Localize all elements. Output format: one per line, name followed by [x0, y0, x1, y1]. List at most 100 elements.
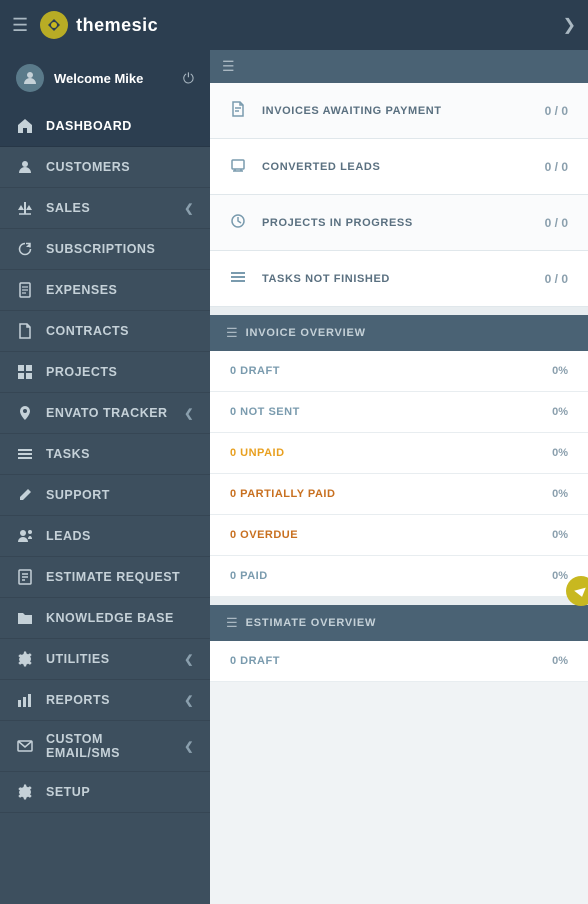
invoice-draft-percent: 0% [552, 365, 568, 377]
sidebar-item-label-expenses: EXPENSES [46, 283, 194, 297]
stat-label-leads: CONVERTED LEADS [262, 161, 545, 173]
sidebar-item-custom-email[interactable]: CUSTOM EMAIL/SMS ❮ [0, 721, 210, 772]
gear2-icon [16, 783, 34, 801]
sidebar-item-reports[interactable]: REPORTS ❮ [0, 680, 210, 721]
chevron-icon-utilities: ❮ [184, 653, 194, 666]
sidebar-item-expenses[interactable]: EXPENSES [0, 270, 210, 311]
estimate-stat-draft: 0 DRAFT 0% [210, 641, 588, 682]
stat-label-tasks: TASKS NOT FINISHED [262, 273, 545, 285]
sidebar-item-dashboard[interactable]: DASHBOARD [0, 106, 210, 147]
sidebar-item-utilities[interactable]: UTILITIES ❮ [0, 639, 210, 680]
cursor-indicator [566, 576, 588, 606]
section-divider-1 [210, 307, 588, 315]
stat-value-leads: 0 / 0 [545, 160, 568, 174]
sidebar-item-envato-tracker[interactable]: ENVATO TRACKER ❮ [0, 393, 210, 434]
list-icon [16, 445, 34, 463]
invoice-unpaid-percent: 0% [552, 447, 568, 459]
avatar [16, 64, 44, 92]
doc2-icon [16, 568, 34, 586]
leads-icon [230, 157, 252, 176]
invoice-overview-title: INVOICE OVERVIEW [246, 327, 366, 339]
chevron-icon-reports: ❮ [184, 694, 194, 707]
house-icon [16, 117, 34, 135]
stat-value-invoices: 0 / 0 [545, 104, 568, 118]
logo: themesic [38, 9, 158, 41]
sidebar-item-support[interactable]: SUPPORT [0, 475, 210, 516]
sidebar-item-estimate-request[interactable]: ESTIMATE REQUEST [0, 557, 210, 598]
sidebar-item-knowledge-base[interactable]: KNOWLEDGE BASE [0, 598, 210, 639]
chevron-icon-custom-email: ❮ [184, 740, 194, 753]
folder-icon [16, 609, 34, 627]
sidebar-item-label-estimate-request: ESTIMATE REQUEST [46, 570, 194, 584]
invoice-overview-header: ☰ INVOICE OVERVIEW [210, 315, 588, 351]
sidebar-item-label-sales: SALES [46, 201, 172, 215]
sidebar-item-label-tasks: TASKS [46, 447, 194, 461]
sidebar-item-label-leads: LEADS [46, 529, 194, 543]
main-content: ☰ INVOICES AWAITING PAYMENT 0 / 0 CONVER… [210, 50, 588, 904]
invoice-unpaid-label: 0 UNPAID [230, 447, 552, 459]
invoice-overview-icon: ☰ [226, 325, 238, 341]
power-icon[interactable]: ⏻ [183, 70, 194, 87]
sidebar-item-subscriptions[interactable]: SUBSCRIPTIONS [0, 229, 210, 270]
sidebar-item-label-custom-email: CUSTOM EMAIL/SMS [46, 732, 172, 760]
sidebar-item-label-knowledge-base: KNOWLEDGE BASE [46, 611, 194, 625]
sidebar-item-contracts[interactable]: CONTRACTS [0, 311, 210, 352]
sidebar-item-label-customers: CUSTOMERS [46, 160, 194, 174]
sidebar-item-label-dashboard: DASHBOARD [46, 119, 194, 133]
invoice-stat-partially-paid: 0 PARTIALLY PAID 0% [210, 474, 588, 515]
invoice-stat-paid: 0 PAID 0% [210, 556, 588, 597]
sidebar-item-label-subscriptions: SUBSCRIPTIONS [46, 242, 194, 256]
sidebar-item-label-utilities: UTILITIES [46, 652, 172, 666]
scale-icon [16, 199, 34, 217]
user-name: Welcome Mike [54, 71, 143, 86]
sidebar-item-setup[interactable]: SETUP [0, 772, 210, 813]
sidebar-item-label-projects: PROJECTS [46, 365, 194, 379]
stat-row-projects: PROJECTS IN PROGRESS 0 / 0 [210, 195, 588, 251]
section-divider-2 [210, 597, 588, 605]
invoice-icon [230, 101, 252, 120]
stat-label-projects: PROJECTS IN PROGRESS [262, 217, 545, 229]
invoice-not-sent-percent: 0% [552, 406, 568, 418]
tasks-icon [230, 269, 252, 288]
invoice-stat-unpaid: 0 UNPAID 0% [210, 433, 588, 474]
sidebar-item-label-contracts: CONTRACTS [46, 324, 194, 338]
location-icon [16, 404, 34, 422]
sidebar-item-sales[interactable]: SALES ❮ [0, 188, 210, 229]
stat-label-invoices: INVOICES AWAITING PAYMENT [262, 105, 545, 117]
sidebar-item-leads[interactable]: LEADS [0, 516, 210, 557]
gear-icon [16, 650, 34, 668]
person-icon [16, 158, 34, 176]
estimate-overview-title: ESTIMATE OVERVIEW [246, 617, 377, 629]
stat-row-invoices: INVOICES AWAITING PAYMENT 0 / 0 [210, 83, 588, 139]
person2-icon [16, 527, 34, 545]
sidebar-item-customers[interactable]: CUSTOMERS [0, 147, 210, 188]
pencil-icon [16, 486, 34, 504]
sidebar-item-label-setup: SETUP [46, 785, 194, 799]
sidebar-item-label-support: SUPPORT [46, 488, 194, 502]
sidebar-item-label-reports: REPORTS [46, 693, 172, 707]
grid-icon [16, 363, 34, 381]
doc-icon [16, 281, 34, 299]
chevron-icon-envato: ❮ [184, 407, 194, 420]
sidebar-item-projects[interactable]: PROJECTS [0, 352, 210, 393]
invoice-draft-label: 0 DRAFT [230, 365, 552, 377]
chevron-icon-sales: ❮ [184, 202, 194, 215]
invoice-stat-not-sent: 0 NOT SENT 0% [210, 392, 588, 433]
stat-row-tasks: TASKS NOT FINISHED 0 / 0 [210, 251, 588, 307]
chart-icon [16, 691, 34, 709]
invoice-partially-paid-percent: 0% [552, 488, 568, 500]
sidebar-item-label-envato-tracker: ENVATO TRACKER [46, 406, 172, 420]
hamburger-icon[interactable]: ☰ [12, 15, 28, 36]
user-section: Welcome Mike ⏻ [0, 50, 210, 106]
projects-icon [230, 213, 252, 232]
estimate-overview-header: ☰ ESTIMATE OVERVIEW [210, 605, 588, 641]
invoice-stat-overdue: 0 OVERDUE 0% [210, 515, 588, 556]
sidebar: Welcome Mike ⏻ DASHBOARD CUSTOMERS SALES… [0, 50, 210, 904]
estimate-overview-icon: ☰ [226, 615, 238, 631]
invoice-stat-draft: 0 DRAFT 0% [210, 351, 588, 392]
chevron-down-icon[interactable]: ❯ [563, 15, 576, 35]
stat-row-leads: CONVERTED LEADS 0 / 0 [210, 139, 588, 195]
sidebar-item-tasks[interactable]: TASKS [0, 434, 210, 475]
content-header-icon: ☰ [222, 58, 235, 75]
estimate-draft-percent: 0% [552, 655, 568, 667]
